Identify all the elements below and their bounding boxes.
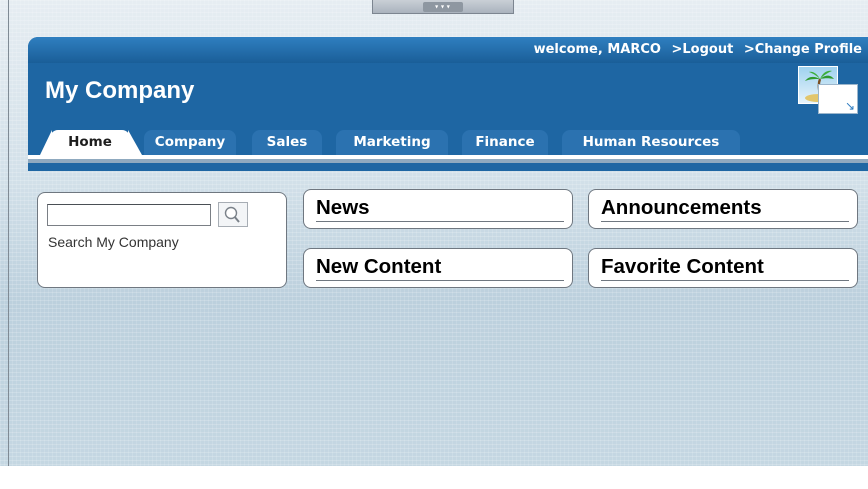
welcome-text: welcome, MARCO (533, 42, 661, 57)
search-label: Search My Company (48, 234, 179, 250)
company-title: My Company (45, 77, 195, 104)
news-portlet: News (303, 189, 573, 229)
frame-splitter-handle[interactable]: ▾▾▾ (372, 0, 514, 14)
logo-edit-icon[interactable]: ↘ (818, 84, 858, 114)
change-profile-link[interactable]: >Change Profile (744, 42, 862, 57)
search-button[interactable] (218, 202, 248, 227)
announcements-title[interactable]: Announcements (601, 195, 849, 222)
logout-link[interactable]: >Logout (671, 42, 733, 57)
banner-bottom-shadow (28, 159, 868, 163)
user-links: welcome, MARCO >Logout >Change Profile (528, 42, 862, 57)
tab-sales[interactable]: Sales (252, 130, 322, 155)
tab-marketing[interactable]: Marketing (336, 130, 448, 155)
announcements-portlet: Announcements (588, 189, 858, 229)
news-title[interactable]: News (316, 195, 564, 222)
tab-company[interactable]: Company (144, 130, 236, 155)
favorite-content-title[interactable]: Favorite Content (601, 254, 849, 281)
search-panel: Search My Company (37, 192, 287, 288)
tab-human-resources[interactable]: Human Resources (562, 130, 740, 155)
magnifier-icon (224, 206, 240, 223)
favorite-content-portlet: Favorite Content (588, 248, 858, 288)
splitter-grip-icon[interactable]: ▾▾▾ (423, 2, 463, 12)
company-logo: ↘ (798, 66, 864, 128)
portal-banner: welcome, MARCO >Logout >Change Profile M… (28, 37, 868, 171)
tab-finance[interactable]: Finance (462, 130, 548, 155)
frame-left-border (8, 0, 9, 466)
user-bar: welcome, MARCO >Logout >Change Profile (28, 37, 868, 63)
new-content-portlet: New Content (303, 248, 573, 288)
tab-home[interactable]: Home (50, 130, 130, 155)
new-content-title[interactable]: New Content (316, 254, 564, 281)
search-input[interactable] (47, 204, 211, 226)
frame-bottom-area (0, 466, 868, 489)
